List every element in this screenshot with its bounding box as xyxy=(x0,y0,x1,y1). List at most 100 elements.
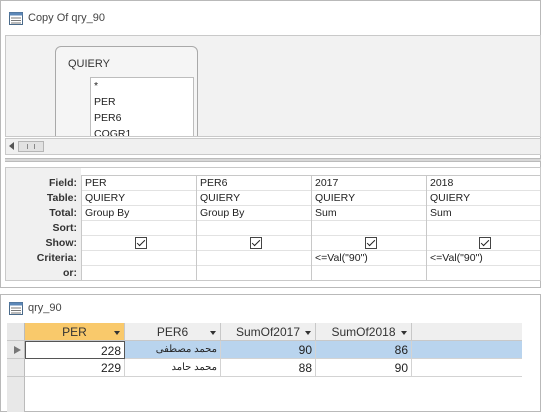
column-header-per[interactable]: PER xyxy=(25,323,125,341)
field-list-item[interactable]: PER6 xyxy=(91,110,193,126)
pane-splitter[interactable] xyxy=(5,158,541,162)
table-cell[interactable]: 86 xyxy=(316,341,412,359)
select-all-corner[interactable] xyxy=(7,323,25,341)
grid-column-per6: PER6 QUIERY Group By xyxy=(196,176,311,280)
grid-table-cell[interactable]: QUIERY xyxy=(197,191,311,206)
column-header-sumof2017[interactable]: SumOf2017 xyxy=(221,323,316,341)
column-header-label: PER xyxy=(62,325,87,339)
row-label-table: Table: xyxy=(46,192,77,204)
table-row[interactable]: 229 محمد حامد 88 90 xyxy=(7,359,541,377)
grid-field-cell[interactable]: 2018 xyxy=(427,176,540,191)
field-list[interactable]: * PER PER6 COGR1 xyxy=(90,77,194,136)
design-window-title: Copy Of qry_90 xyxy=(28,12,106,24)
datasheet-table: PER PER6 SumOf2017 SumOf2018 228 محمد مص… xyxy=(7,323,541,412)
show-checkbox[interactable] xyxy=(479,237,491,249)
datasheet-window: qry_90 PER PER6 SumOf2017 SumOf2018 228 … xyxy=(0,294,541,412)
table-cell[interactable]: 88 xyxy=(221,359,316,377)
column-header-label: PER6 xyxy=(156,325,189,339)
table-cell[interactable]: 90 xyxy=(221,341,316,359)
scroll-left-icon[interactable] xyxy=(9,142,14,150)
show-checkbox[interactable] xyxy=(364,237,377,249)
table-row[interactable]: 228 محمد مصطفى 90 86 xyxy=(7,341,541,359)
column-header-per6[interactable]: PER6 xyxy=(125,323,221,341)
horizontal-scrollbar[interactable] xyxy=(5,138,541,155)
datasheet-header-row: PER PER6 SumOf2017 SumOf2018 xyxy=(7,323,541,341)
show-checkbox[interactable] xyxy=(249,237,262,249)
grid-field-cell[interactable]: 2017 xyxy=(312,176,426,191)
grid-row-labels: Field: Table: Total: Sort: Show: Criteri… xyxy=(6,168,81,280)
dropdown-arrow-icon[interactable] xyxy=(114,331,120,335)
dropdown-arrow-icon[interactable] xyxy=(401,331,407,335)
dropdown-arrow-icon[interactable] xyxy=(305,331,311,335)
field-list-item[interactable]: COGR1 xyxy=(91,126,193,136)
grid-show-cell[interactable] xyxy=(197,236,311,251)
grid-or-cell[interactable] xyxy=(197,266,311,280)
table-cell[interactable]: 90 xyxy=(316,359,412,377)
grid-table-cell[interactable]: QUIERY xyxy=(427,191,540,206)
dropdown-arrow-icon[interactable] xyxy=(210,331,216,335)
row-label-or: or: xyxy=(63,267,77,279)
column-header-sumof2018[interactable]: SumOf2018 xyxy=(316,323,412,341)
record-selector[interactable] xyxy=(7,359,25,377)
field-list-box[interactable]: QUIERY * PER PER6 COGR1 xyxy=(55,46,198,136)
scroll-thumb[interactable] xyxy=(18,141,44,152)
grid-sort-cell[interactable] xyxy=(82,221,196,236)
datasheet-window-title: qry_90 xyxy=(28,302,62,314)
grid-column-selector-bar[interactable] xyxy=(81,168,540,176)
grid-total-cell[interactable]: Sum xyxy=(427,206,540,221)
grid-column-2017: 2017 QUIERY Sum <=Val("90") xyxy=(311,176,426,280)
grid-total-cell[interactable]: Group By xyxy=(197,206,311,221)
current-record-icon xyxy=(14,346,21,354)
grid-total-cell[interactable]: Sum xyxy=(312,206,426,221)
query-icon xyxy=(9,301,23,315)
record-selector-column xyxy=(7,377,25,412)
grip-icon xyxy=(27,144,35,149)
field-list-title[interactable]: QUIERY xyxy=(56,47,197,75)
datasheet-empty-area xyxy=(7,377,541,412)
grid-column-2018: 2018 QUIERY Sum <=Val("90") xyxy=(426,176,540,280)
row-label-criteria: Criteria: xyxy=(36,252,77,264)
grid-table-cell[interactable]: QUIERY xyxy=(312,191,426,206)
grid-criteria-cell[interactable] xyxy=(197,251,311,266)
row-label-total: Total: xyxy=(49,207,77,219)
grid-criteria-cell[interactable]: <=Val("90") xyxy=(312,251,426,266)
grid-sort-cell[interactable] xyxy=(312,221,426,236)
grid-show-cell[interactable] xyxy=(312,236,426,251)
row-label-sort: Sort: xyxy=(52,222,78,234)
row-label-field: Field: xyxy=(49,177,77,189)
record-selector[interactable] xyxy=(7,341,25,359)
table-cell[interactable]: محمد حامد xyxy=(125,359,221,377)
grid-field-cell[interactable]: PER6 xyxy=(197,176,311,191)
column-header-add[interactable] xyxy=(412,323,522,341)
grid-column-per: PER QUIERY Group By xyxy=(81,176,196,280)
grid-criteria-cell[interactable] xyxy=(82,251,196,266)
column-header-label: SumOf2018 xyxy=(331,325,396,339)
table-pane[interactable]: QUIERY * PER PER6 COGR1 xyxy=(5,35,541,137)
grid-field-cell[interactable]: PER xyxy=(82,176,196,191)
grid-show-cell[interactable] xyxy=(82,236,196,251)
grid-or-cell[interactable] xyxy=(427,266,540,280)
show-checkbox[interactable] xyxy=(134,237,147,249)
grid-criteria-cell[interactable]: <=Val("90") xyxy=(427,251,540,266)
grid-show-cell[interactable] xyxy=(427,236,540,251)
table-cell[interactable]: 228 xyxy=(25,341,125,359)
field-list-item[interactable]: PER xyxy=(91,94,193,110)
column-header-label: SumOf2017 xyxy=(235,325,301,339)
field-list-item[interactable]: * xyxy=(91,78,193,94)
grid-or-cell[interactable] xyxy=(82,266,196,280)
table-cell[interactable]: محمد مصطفى xyxy=(125,341,221,359)
table-cell[interactable]: 229 xyxy=(25,359,125,377)
row-label-show: Show: xyxy=(45,237,78,249)
grid-or-cell[interactable] xyxy=(312,266,426,280)
table-cell[interactable] xyxy=(412,359,522,377)
grid-table-cell[interactable]: QUIERY xyxy=(82,191,196,206)
table-cell[interactable] xyxy=(412,341,522,359)
grid-sort-cell[interactable] xyxy=(427,221,540,236)
datasheet-titlebar[interactable]: qry_90 xyxy=(1,295,540,321)
query-design-window: Copy Of qry_90 QUIERY * PER PER6 COGR1 F… xyxy=(0,0,541,288)
query-icon xyxy=(9,11,23,25)
design-grid: Field: Table: Total: Sort: Show: Criteri… xyxy=(5,167,541,281)
design-titlebar[interactable]: Copy Of qry_90 xyxy=(1,1,540,35)
grid-sort-cell[interactable] xyxy=(197,221,311,236)
grid-total-cell[interactable]: Group By xyxy=(82,206,196,221)
